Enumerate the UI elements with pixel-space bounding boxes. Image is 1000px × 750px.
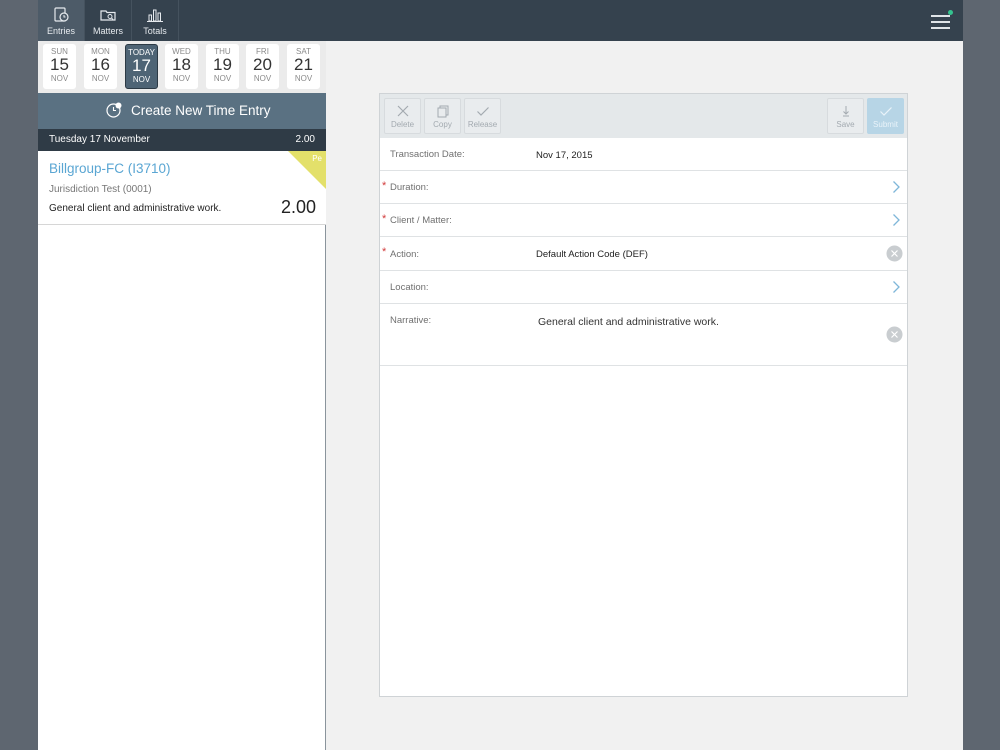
form-toolbar: Delete Copy Release Save Submit [380,94,907,138]
day-group-title: Tuesday 17 November [49,134,150,145]
time-entry-form: Delete Copy Release Save Submit Transact… [379,93,908,697]
copy-label: Copy [433,120,452,129]
checkmark-icon [879,107,892,116]
copy-button[interactable]: Copy [424,98,461,134]
location-row[interactable]: Location: [380,271,907,304]
entry-client: Billgroup-FC (I3710) [49,161,171,176]
day-group-total: 2.00 [295,134,315,145]
clock-add-icon [106,102,122,118]
chevron-right-icon [893,214,900,226]
matters-icon [100,10,116,21]
day-date: 16 [91,55,110,74]
entry-hours: 2.00 [280,197,316,217]
day-mon[interactable]: MON 16 NOV [84,44,117,89]
required-marker: * [382,213,387,225]
day-group-header: Tuesday 17 November 2.00 [38,129,326,151]
tab-totals[interactable]: Totals [132,0,179,41]
create-new-time-entry-button[interactable]: Create New Time Entry [38,93,326,129]
narrative-value[interactable]: General client and administrative work. [538,316,719,328]
totals-icon [147,9,163,22]
narrative-label: Narrative: [390,315,432,326]
day-month: NOV [91,74,110,83]
day-month: NOV [132,75,151,84]
day-date: 20 [253,55,272,74]
day-month: NOV [172,74,191,83]
clear-icon[interactable] [886,326,903,343]
close-icon [397,105,408,117]
tab-matters-label: Matters [92,26,123,36]
submit-button[interactable]: Submit [867,98,904,134]
day-thu[interactable]: THU 19 NOV [206,44,239,89]
transaction-date-label: Transaction Date: [390,149,465,160]
menu-icon-bar [931,27,950,29]
tab-totals-label: Totals [143,26,167,36]
notification-dot-icon [948,10,953,15]
delete-button[interactable]: Delete [384,98,421,134]
copy-icon [437,105,448,118]
day-sat[interactable]: SAT 21 NOV [287,44,320,89]
menu-icon-bar [931,21,950,23]
action-value: Default Action Code (DEF) [536,249,648,260]
day-date: 21 [294,55,313,74]
day-date: 18 [172,55,191,74]
day-date: 19 [213,55,232,74]
duration-row[interactable]: * Duration: [380,171,907,204]
release-button[interactable]: Release [464,98,501,134]
day-month: NOV [253,74,272,83]
duration-label: Duration: [390,182,429,193]
delete-label: Delete [390,120,415,129]
narrative-row[interactable]: Narrative: General client and administra… [380,304,907,366]
tab-entries-label: Entries [46,26,75,36]
clear-icon[interactable] [886,245,903,262]
time-entry-item[interactable]: Billgroup-FC (I3710) Jurisdiction Test (… [38,151,326,225]
week-strip: SUN 15 NOV MON 16 NOV TODAY 17 NOV WED 1… [38,41,326,93]
required-marker: * [382,246,387,258]
save-icon [842,106,849,117]
action-label: Action: [390,249,420,260]
hamburger-menu-button[interactable] [931,10,953,30]
entries-icon [54,7,69,22]
create-entry-label: Create New Time Entry [131,103,271,118]
day-month: NOV [50,74,69,83]
day-wed[interactable]: WED 18 NOV [165,44,198,89]
day-month: NOV [294,74,313,83]
save-button[interactable]: Save [827,98,864,134]
client-matter-row[interactable]: * Client / Matter: [380,204,907,237]
day-date: 17 [132,56,151,75]
submit-label: Submit [873,120,898,129]
day-fri[interactable]: FRI 20 NOV [246,44,279,89]
entry-matter: Jurisdiction Test (0001) [49,184,152,195]
top-bar: Entries Matters Totals [38,0,963,41]
day-date: 15 [50,55,69,74]
client-matter-label: Client / Matter: [390,215,452,226]
required-marker: * [382,180,387,192]
menu-icon-bar [931,15,950,17]
tab-entries[interactable]: Entries [38,0,85,41]
entries-pane: SUN 15 NOV MON 16 NOV TODAY 17 NOV WED 1… [38,41,326,750]
location-label: Location: [390,282,429,293]
release-label: Release [467,120,498,129]
transaction-date-row[interactable]: Transaction Date: Nov 17, 2015 [380,138,907,171]
app-window: Entries Matters Totals SUN 15 NOV MON 16… [38,0,963,750]
checkmark-icon [476,107,489,116]
chevron-right-icon [893,181,900,193]
pending-flag: Pe [288,151,326,189]
transaction-date-value: Nov 17, 2015 [536,150,593,161]
entry-narrative: General client and administrative work. [49,203,222,214]
day-sun[interactable]: SUN 15 NOV [43,44,76,89]
flag-label: Pe [312,154,322,163]
save-label: Save [836,120,855,129]
action-row[interactable]: * Action: Default Action Code (DEF) [380,237,907,271]
tab-matters[interactable]: Matters [85,0,132,41]
day-month: NOV [213,74,232,83]
chevron-right-icon [893,281,900,293]
day-today[interactable]: TODAY 17 NOV [125,44,158,89]
